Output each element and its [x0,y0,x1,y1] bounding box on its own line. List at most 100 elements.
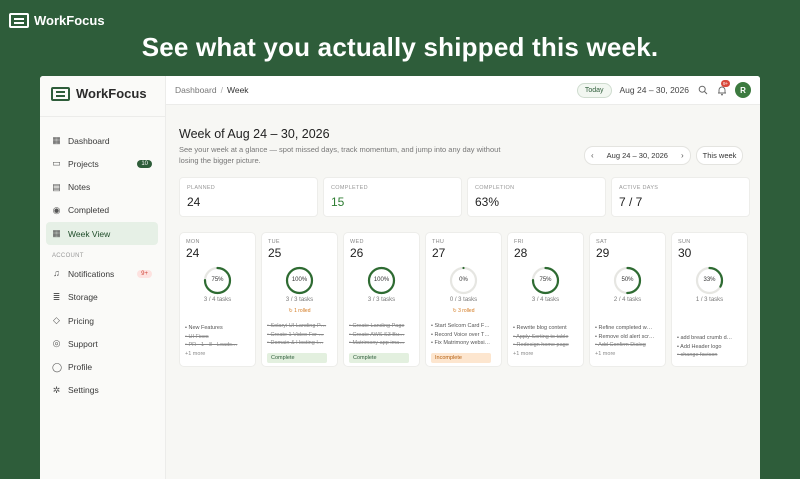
day-card-mon[interactable]: MON 24 75% 3 / 4 tasks • New Features • UI Fi… [179,232,256,367]
task-title: Apply Sorting to table [516,333,569,340]
sidebar-item-support[interactable]: ◎ Support [46,332,158,355]
task-item[interactable]: • Create 1 Video For … [267,331,333,340]
topbar-date-range: Aug 24 – 30, 2026 [619,85,689,95]
task-title: Redesign home page [516,342,569,348]
app-window: WorkFocus ▦ Dashboard ▭ Projects 10 ▤ Notes ◉ Co… [40,76,760,479]
task-count: 3 / 3 tasks [367,297,396,303]
day-date: 25 [268,246,282,260]
week-range-label: Aug 24 – 30, 2026 [606,151,668,160]
task-count: 3 / 4 tasks [203,297,232,303]
chevron-right-icon[interactable]: › [681,151,684,160]
sidebar-item-dashboard[interactable]: ▦ Dashboard [46,129,158,152]
task-item[interactable]: • Solaryi UI Landing P… [267,322,333,331]
stat-card-active-days: ACTIVE DAYS 7 / 7 [611,177,750,217]
sidebar-item-projects[interactable]: ▭ Projects 10 [46,152,158,175]
sidebar-item-pricing[interactable]: ◇ Pricing [46,309,158,332]
more-link[interactable]: +1 more [185,350,251,359]
task-item[interactable]: • Rewrite blog content [513,324,579,333]
stat-label: COMPLETION [475,185,515,191]
stat-label: COMPLETED [331,185,368,191]
task-item[interactable]: • Fix Matrimony websi… [431,339,497,348]
progress-percent: 50% [621,277,634,283]
search-icon[interactable] [697,85,708,96]
task-item[interactable]: • Domain & Hosting I… [267,339,333,348]
status-badge: Complete [267,353,327,363]
day-name: THU [432,239,445,245]
this-week-button[interactable]: This week [695,146,744,165]
sidebar-item-profile[interactable]: ◯ Profile [46,356,158,379]
task-item[interactable]: • New Features [185,324,251,333]
day-columns: MON 24 75% 3 / 4 tasks • New Features • UI Fi… [179,232,748,367]
task-list: • Refine completed w… • Remove old alert … [595,324,661,358]
task-item[interactable]: • Refine completed w… [595,324,661,333]
day-date: 28 [514,246,528,260]
task-item[interactable]: • Record Voice over T… [431,331,497,340]
sidebar-item-week-view[interactable]: ▦ Week View [46,222,158,246]
status-badge: Incomplete [431,353,491,363]
bell-icon[interactable]: 9+ [716,79,731,96]
avatar[interactable]: R [735,82,751,98]
task-title: Create 1 Video For … [270,331,324,338]
task-item[interactable]: • Redesign home page [513,341,579,350]
chevron-left-icon[interactable]: ‹ [591,151,594,160]
sidebar-item-notes[interactable]: ▤ Notes [46,176,158,199]
day-card-sat[interactable]: SAT 29 50% 2 / 4 tasks • Refine completed w…… [589,232,666,367]
promo-brand-name: WorkFocus [34,13,105,28]
task-item[interactable]: • Matrimony app ima… [349,339,415,348]
tag-icon: ◇ [53,315,60,326]
day-name: TUE [268,239,280,245]
main-area: Dashboard / Week Today Aug 24 – 30, 2026 9… [166,76,760,479]
sidebar-item-notifications[interactable]: ♫ Notifications 9+ [46,262,158,285]
progress-percent: 75% [211,277,224,283]
status-badge: Complete [349,353,409,363]
stat-label: PLANNED [187,185,216,191]
sidebar-item-label: Notifications [68,268,115,279]
task-title: Record Voice over T… [434,331,490,338]
more-link[interactable]: +1 more [513,350,579,359]
task-item[interactable]: • change favicon [677,351,743,360]
topbar: Dashboard / Week Today Aug 24 – 30, 2026 9… [166,76,760,105]
day-date: 29 [596,246,610,260]
task-item[interactable]: • Create Landing Page [349,322,415,331]
task-list: • Create Landing Page • Create AWS S3 Bu…… [349,322,415,348]
sidebar-item-storage[interactable]: ≣ Storage [46,286,158,309]
task-title: Rewrite blog content [516,325,567,331]
stat-card-completed: COMPLETED 15 [323,177,462,217]
task-item[interactable]: • PR - 1 - 8 - Loads… [185,341,251,350]
progress-ring: 75% [203,266,232,295]
sidebar-item-completed[interactable]: ◉ Completed [46,199,158,222]
task-item[interactable]: • add bread crumb d… [677,334,743,343]
task-item[interactable]: • Remove old alert scr… [595,333,661,342]
day-card-thu[interactable]: THU 27 0% 0 / 3 tasks ↻ 3 rolled • Start Selc… [425,232,502,367]
task-item[interactable]: • Add Header logo [677,343,743,352]
task-title: PR - 1 - 8 - Loads… [188,342,238,348]
sidebar-item-settings[interactable]: ✲ Settings [46,379,158,402]
day-card-wed[interactable]: WED 26 100% 3 / 3 tasks • Create Landing Pag… [343,232,420,367]
today-button[interactable]: Today [576,82,612,98]
day-card-fri[interactable]: FRI 28 75% 3 / 4 tasks • Rewrite blog conten… [507,232,584,367]
task-item[interactable]: • Add Confirm Dialog [595,341,661,350]
more-link[interactable]: +1 more [595,350,661,359]
task-count: 1 / 3 tasks [695,297,724,303]
database-icon: ≣ [52,291,61,302]
task-title: New Features [188,325,223,331]
task-title: add bread crumb d… [680,335,733,341]
day-date: 27 [432,246,446,260]
progress-ring: 50% [613,266,642,295]
task-item[interactable]: • Start Selcom Card F… [431,322,497,331]
task-title: Fix Matrimony websi… [434,340,491,346]
task-item[interactable]: • Apply Sorting to table [513,333,579,342]
calendar-icon: ▦ [52,228,61,239]
task-item[interactable]: • Create AWS S3 Bu… [349,331,415,340]
day-card-sun[interactable]: SUN 30 33% 1 / 3 tasks • add bread crumb d… •… [671,232,748,367]
sidebar-item-label: Settings [68,385,99,396]
breadcrumb-root[interactable]: Dashboard [175,85,217,95]
task-count: 3 / 3 tasks [285,297,314,303]
stats-row: PLANNED 24 COMPLETED 15 COMPLETION 63% ACTIVE … [179,177,750,217]
task-item[interactable]: • UI Fixes [185,333,251,342]
day-card-tue[interactable]: TUE 25 100% 3 / 3 tasks ↻ 1 rolled • Solaryi … [261,232,338,367]
day-name: WED [350,239,364,245]
task-title: Create Landing Page [352,323,405,329]
task-title: Start Selcom Card F… [434,323,490,329]
sidebar-brand[interactable]: WorkFocus [40,84,165,117]
